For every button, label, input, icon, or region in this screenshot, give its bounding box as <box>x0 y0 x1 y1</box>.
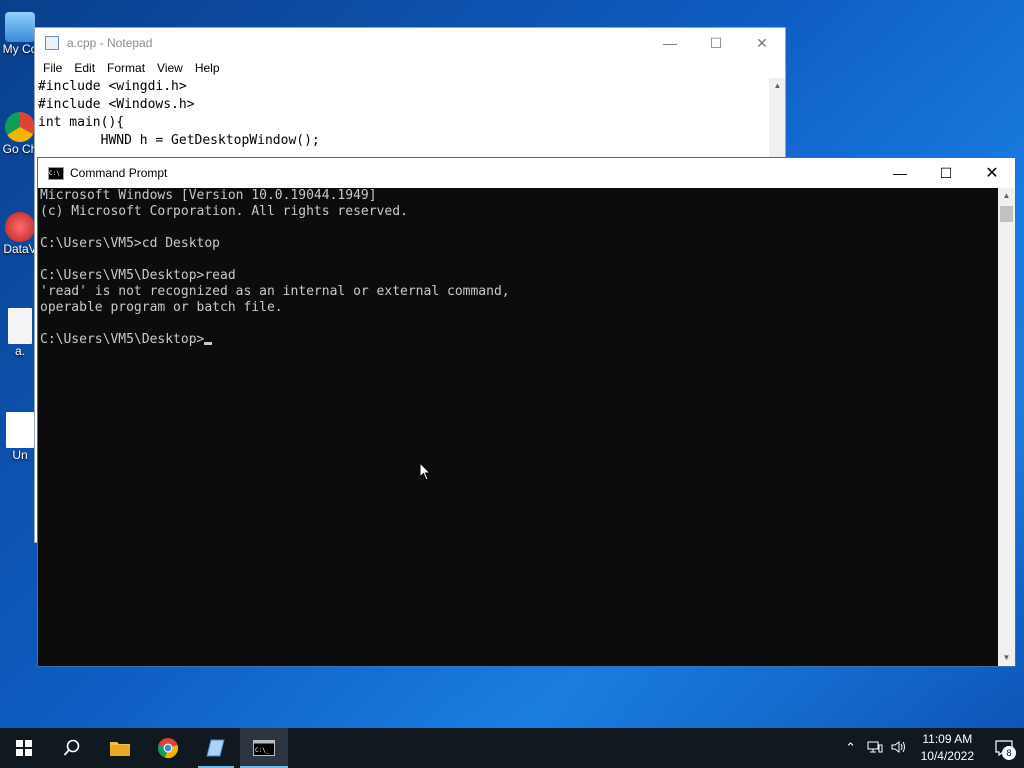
maximize-icon: ☐ <box>939 164 953 181</box>
cmd-title-bar[interactable]: C:\ Command Prompt — ☐ ✕ <box>38 158 1015 188</box>
taskbar-notepad[interactable] <box>192 728 240 768</box>
code-line: int main(){ <box>38 115 125 130</box>
search-icon <box>63 739 80 756</box>
volume-icon[interactable] <box>887 740 911 757</box>
system-tray: ⌃ 11:09 AM 10/4/2022 8 <box>839 728 1024 768</box>
windows-logo-icon <box>16 740 32 756</box>
folder-icon <box>110 742 130 756</box>
command-prompt-icon: C:\_ <box>253 740 275 756</box>
console-line: 'read' is not recognized as an internal … <box>40 284 510 299</box>
mouse-pointer-icon <box>419 462 431 481</box>
scroll-thumb[interactable] <box>1000 206 1013 222</box>
search-button[interactable] <box>48 728 96 768</box>
show-hidden-icons-chevron-up-icon[interactable]: ⌃ <box>839 740 863 756</box>
cmd-vertical-scrollbar[interactable]: ▲ ▼ <box>998 188 1015 666</box>
console-prompt: C:\Users\VM5\Desktop> <box>40 332 205 347</box>
svg-text:C:\_: C:\_ <box>255 747 270 754</box>
console-line: (c) Microsoft Corporation. All rights re… <box>40 204 408 219</box>
scroll-down-icon[interactable]: ▼ <box>998 650 1015 666</box>
console-line: C:\Users\VM5\Desktop>read <box>40 268 236 283</box>
file-icon <box>8 308 32 344</box>
text-cursor <box>204 342 213 345</box>
clock-time: 11:09 AM <box>922 732 973 746</box>
minimize-icon: — <box>663 35 677 51</box>
notepad-title: a.cpp - Notepad <box>67 36 153 50</box>
action-center-button[interactable]: 8 <box>984 728 1024 768</box>
chrome-icon <box>5 112 35 142</box>
taskbar-chrome[interactable] <box>144 728 192 768</box>
close-icon: ✕ <box>985 165 999 182</box>
datav-icon <box>5 212 35 242</box>
notepad-menu-bar: File Edit Format View Help <box>35 58 785 78</box>
notification-count-badge: 8 <box>1002 746 1016 760</box>
console-line: ​ <box>40 252 998 268</box>
console-line: C:\Users\VM5>cd Desktop <box>40 236 221 251</box>
cmd-title: Command Prompt <box>70 166 168 180</box>
menu-file[interactable]: File <box>37 61 68 75</box>
cmd-app-icon: C:\ <box>48 166 64 180</box>
code-line: #include <wingdi.h> <box>38 79 187 94</box>
notepad-maximize-button[interactable]: ☐ <box>693 28 739 58</box>
notepad-title-bar[interactable]: a.cpp - Notepad — ☐ ✕ <box>35 28 785 58</box>
menu-view[interactable]: View <box>151 61 189 75</box>
cmd-close-button[interactable]: ✕ <box>969 158 1015 188</box>
network-icon[interactable] <box>863 740 887 757</box>
clock-date: 10/4/2022 <box>920 749 974 763</box>
menu-edit[interactable]: Edit <box>68 61 101 75</box>
chrome-icon <box>158 738 178 759</box>
code-line: HWND h = GetDesktopWindow(); <box>38 133 320 148</box>
code-line: #include <Windows.h> <box>38 97 195 112</box>
file-icon <box>6 412 34 448</box>
console-output[interactable]: Microsoft Windows [Version 10.0.19044.19… <box>38 188 998 666</box>
console-line: ​ <box>40 316 998 332</box>
taskbar-command-prompt[interactable]: C:\_ <box>240 728 288 768</box>
scroll-up-icon[interactable]: ▲ <box>998 188 1015 204</box>
taskbar-file-explorer[interactable] <box>96 728 144 768</box>
taskbar: C:\_ ⌃ 11:09 AM 10/4/2022 8 <box>0 728 1024 768</box>
taskbar-clock[interactable]: 11:09 AM 10/4/2022 <box>911 731 984 765</box>
console-line: Microsoft Windows [Version 10.0.19044.19… <box>40 188 377 203</box>
notepad-close-button[interactable]: ✕ <box>739 28 785 58</box>
notepad-minimize-button[interactable]: — <box>647 28 693 58</box>
notepad-app-icon <box>45 36 59 50</box>
start-button[interactable] <box>0 728 48 768</box>
close-icon: ✕ <box>756 34 768 51</box>
maximize-icon: ☐ <box>709 34 723 51</box>
menu-help[interactable]: Help <box>189 61 226 75</box>
notepad-icon <box>206 739 225 757</box>
console-line: ​ <box>40 220 998 236</box>
minimize-icon: — <box>893 165 907 181</box>
cmd-maximize-button[interactable]: ☐ <box>923 158 969 188</box>
cmd-minimize-button[interactable]: — <box>877 158 923 188</box>
menu-format[interactable]: Format <box>101 61 151 75</box>
command-prompt-window[interactable]: C:\ Command Prompt — ☐ ✕ Microsoft Windo… <box>37 157 1016 667</box>
scroll-up-icon[interactable]: ▲ <box>769 78 786 94</box>
console-line: operable program or batch file. <box>40 300 283 315</box>
console-prompt-line[interactable]: C:\Users\VM5\Desktop> <box>40 332 998 348</box>
computer-icon <box>5 12 35 42</box>
notepad-text-area[interactable]: #include <wingdi.h> #include <Windows.h> i… <box>35 78 785 150</box>
